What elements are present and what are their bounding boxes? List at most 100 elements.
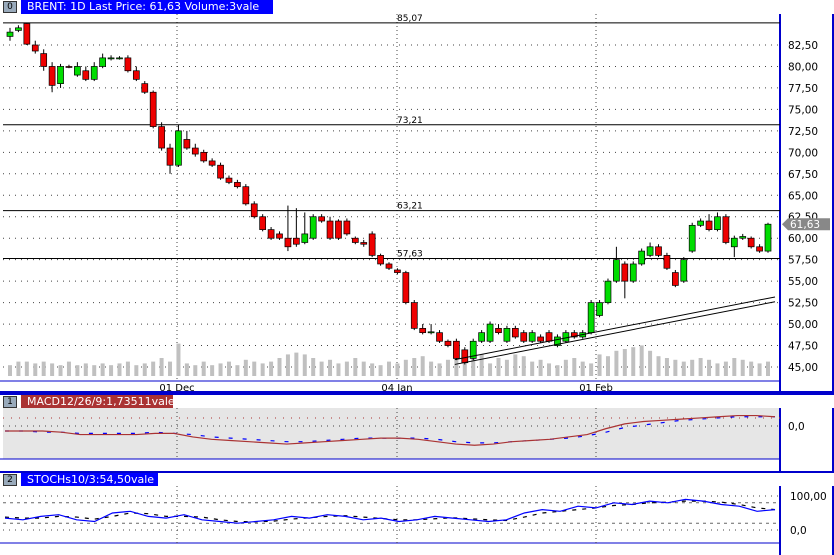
candle-body bbox=[646, 246, 654, 256]
y-tick-label: 57,50 bbox=[788, 255, 818, 267]
candle-body bbox=[351, 237, 359, 243]
candle-body bbox=[436, 332, 443, 342]
volume-bar bbox=[766, 361, 770, 376]
candle-body bbox=[191, 147, 199, 155]
volume-bar bbox=[563, 359, 568, 376]
volume-bar bbox=[142, 363, 147, 376]
candle-body bbox=[82, 70, 90, 80]
level-label: 73,21 bbox=[397, 116, 423, 126]
candle-body bbox=[697, 220, 704, 226]
candle-body bbox=[638, 250, 646, 265]
volume-bar bbox=[344, 361, 349, 376]
volume-bar bbox=[690, 359, 695, 376]
volume-bar bbox=[151, 361, 156, 376]
candle-body bbox=[48, 66, 56, 86]
main-panel-title: BRENT: 1D Last Price: 61,63 Volume:3vale bbox=[21, 0, 273, 14]
volume-bar bbox=[226, 361, 231, 376]
volume-bar bbox=[184, 363, 189, 376]
y-tick-label: 45,00 bbox=[788, 362, 818, 374]
panel-index-button[interactable]: 2 bbox=[3, 474, 17, 486]
volume-bar bbox=[395, 363, 400, 376]
candle-body bbox=[427, 331, 435, 334]
volume-bar bbox=[698, 358, 703, 376]
y-tick-label: 65,00 bbox=[788, 190, 818, 202]
candle-body bbox=[267, 229, 275, 239]
volume-bar bbox=[269, 361, 274, 376]
candle-body bbox=[183, 139, 191, 149]
volume-bar bbox=[41, 361, 46, 376]
volume-bar bbox=[109, 365, 114, 376]
candle-body bbox=[528, 332, 536, 342]
volume-bar bbox=[420, 356, 425, 376]
volume-bar bbox=[403, 359, 408, 376]
candle-body bbox=[444, 340, 452, 346]
volume-bar bbox=[210, 365, 215, 376]
candle-body bbox=[158, 126, 165, 149]
volume-bar bbox=[732, 358, 737, 376]
volume-bar bbox=[83, 363, 88, 376]
volume-bar bbox=[664, 358, 669, 376]
candle-body bbox=[74, 66, 81, 76]
volume-bar bbox=[294, 352, 299, 376]
y-tick-label: 70,00 bbox=[788, 147, 818, 159]
volume-bar bbox=[16, 361, 21, 376]
volume-bar bbox=[277, 358, 282, 376]
volume-bar bbox=[454, 358, 459, 376]
candle-body bbox=[65, 66, 73, 68]
candle-body bbox=[200, 151, 208, 162]
candle-body bbox=[276, 233, 283, 239]
volume-bar bbox=[597, 354, 602, 376]
candle-body bbox=[478, 332, 485, 342]
y-tick-label: 75,00 bbox=[788, 104, 818, 116]
volume-bar bbox=[193, 365, 198, 376]
stoch-panel-title: STOCHs10/3:54,50vale bbox=[21, 473, 158, 487]
volume-bar bbox=[429, 361, 434, 376]
volume-bar bbox=[201, 361, 206, 376]
candle-body bbox=[124, 57, 132, 72]
candle-body bbox=[486, 323, 494, 342]
panel-index-button[interactable]: 0 bbox=[3, 1, 17, 13]
candle-body bbox=[326, 220, 334, 239]
volume-bar bbox=[50, 363, 55, 376]
volume-bar bbox=[33, 363, 38, 376]
macd-chart[interactable]: 0,0 bbox=[0, 408, 834, 471]
candle-body bbox=[453, 340, 460, 359]
main-panel-header: 0 BRENT: 1D Last Price: 61,63 Volume:3va… bbox=[0, 0, 834, 14]
stoch-panel-header: 2 STOCHs10/3:54,50vale bbox=[0, 471, 834, 487]
candle-body bbox=[225, 177, 233, 183]
candle-body bbox=[503, 328, 511, 342]
candle-body bbox=[6, 31, 14, 37]
candle-body bbox=[335, 220, 342, 239]
candle-body bbox=[562, 332, 570, 342]
volume-bar bbox=[159, 358, 164, 376]
candle-body bbox=[90, 66, 98, 80]
candle-body bbox=[537, 336, 544, 342]
volume-bar bbox=[92, 365, 97, 376]
candle-body bbox=[604, 280, 612, 303]
volume-bar bbox=[631, 347, 636, 376]
candle-body bbox=[141, 83, 149, 93]
y-tick-label: 0,0 bbox=[790, 525, 807, 537]
candle-body bbox=[394, 269, 401, 273]
volume-bar bbox=[757, 363, 762, 376]
volume-bar bbox=[58, 365, 63, 376]
candle-body bbox=[15, 27, 22, 31]
stochastic-chart[interactable]: 100,00 0,0 bbox=[0, 486, 834, 555]
volume-bar bbox=[336, 363, 341, 376]
candle-body bbox=[360, 242, 368, 245]
candle-body bbox=[149, 91, 157, 127]
price-chart[interactable]: 01 Dec 04 Jan 01 Feb82,5080,0077,5075,0072… bbox=[0, 14, 834, 393]
y-tick-label: 47,50 bbox=[788, 341, 818, 353]
volume-bar bbox=[445, 359, 450, 376]
panel-index-button[interactable]: 1 bbox=[3, 396, 17, 408]
volume-bar bbox=[740, 359, 745, 376]
volume-bar bbox=[75, 365, 80, 376]
candle-body bbox=[756, 246, 763, 252]
candle-body bbox=[284, 237, 292, 248]
candle-body bbox=[629, 263, 637, 282]
volume-bar bbox=[8, 365, 12, 376]
candle-body bbox=[234, 182, 241, 188]
volume-bar bbox=[243, 359, 248, 376]
macd-panel-title: MACD12/26/9:1,73511vale bbox=[21, 395, 175, 409]
candle-body bbox=[410, 302, 418, 329]
